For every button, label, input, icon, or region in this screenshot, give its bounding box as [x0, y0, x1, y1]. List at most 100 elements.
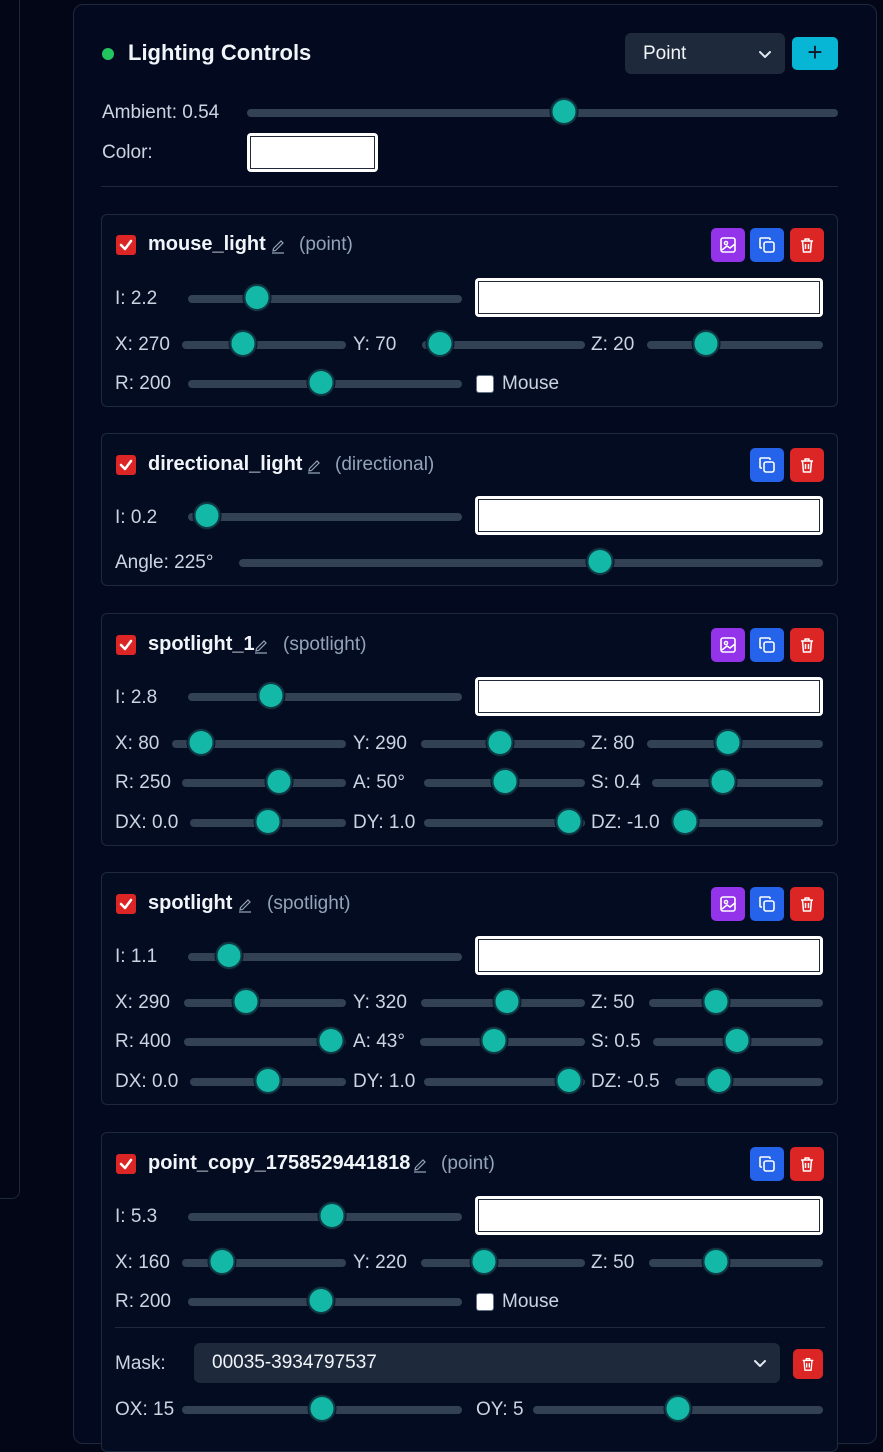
- light-color-picker[interactable]: [475, 496, 823, 535]
- dy-slider[interactable]: [424, 808, 585, 835]
- image-button[interactable]: [711, 887, 745, 921]
- enable-checkbox[interactable]: [116, 235, 136, 255]
- radius-slider[interactable]: [184, 1027, 346, 1054]
- z-slider[interactable]: [647, 330, 823, 357]
- mouse-checkbox[interactable]: [476, 1293, 494, 1311]
- slider-thumb[interactable]: [486, 729, 514, 756]
- x-slider[interactable]: [172, 729, 346, 756]
- slider-thumb[interactable]: [232, 988, 260, 1015]
- angle-slider[interactable]: [424, 768, 585, 795]
- light-color-picker[interactable]: [475, 936, 823, 975]
- slider-thumb[interactable]: [307, 369, 335, 396]
- angle-slider[interactable]: [420, 1027, 585, 1054]
- slider-thumb[interactable]: [229, 330, 257, 357]
- slider-thumb[interactable]: [470, 1248, 498, 1275]
- slider-thumb[interactable]: [254, 808, 282, 835]
- slider-thumb[interactable]: [208, 1248, 236, 1275]
- slider-thumb[interactable]: [709, 768, 737, 795]
- slider-thumb[interactable]: [317, 1027, 345, 1054]
- slider-thumb[interactable]: [493, 988, 521, 1015]
- enable-checkbox[interactable]: [116, 1154, 136, 1174]
- image-button[interactable]: [711, 628, 745, 662]
- z-slider[interactable]: [649, 1248, 823, 1275]
- add-light-button[interactable]: +: [792, 37, 838, 70]
- delete-button[interactable]: [790, 887, 824, 921]
- enable-checkbox[interactable]: [116, 455, 136, 475]
- mouse-checkbox[interactable]: [476, 375, 494, 393]
- x-slider[interactable]: [184, 988, 346, 1015]
- slider-thumb[interactable]: [555, 1067, 583, 1094]
- slider-thumb[interactable]: [555, 808, 583, 835]
- delete-button[interactable]: [790, 228, 824, 262]
- slider-thumb[interactable]: [692, 330, 720, 357]
- slider-thumb[interactable]: [480, 1027, 508, 1054]
- duplicate-button[interactable]: [750, 1147, 784, 1181]
- slider-thumb[interactable]: [193, 502, 221, 529]
- ambient-color-picker[interactable]: [247, 133, 378, 172]
- z-slider[interactable]: [649, 988, 823, 1015]
- slider-thumb[interactable]: [426, 330, 454, 357]
- dx-slider[interactable]: [190, 1067, 346, 1094]
- angle-slider[interactable]: [239, 548, 823, 575]
- light-type-select[interactable]: Point: [625, 33, 785, 74]
- intensity-slider[interactable]: [188, 284, 462, 311]
- z-slider[interactable]: [647, 729, 823, 756]
- slider-thumb[interactable]: [318, 1202, 346, 1229]
- intensity-slider[interactable]: [188, 1202, 462, 1229]
- pencil-icon[interactable]: [270, 238, 286, 254]
- slider-thumb[interactable]: [723, 1027, 751, 1054]
- slider-thumb[interactable]: [664, 1395, 692, 1422]
- delete-button[interactable]: [790, 448, 824, 482]
- y-slider[interactable]: [421, 988, 585, 1015]
- dz-slider[interactable]: [675, 1067, 823, 1094]
- slider-thumb[interactable]: [187, 729, 215, 756]
- radius-slider[interactable]: [188, 1287, 462, 1314]
- intensity-slider[interactable]: [188, 502, 462, 529]
- slider-thumb[interactable]: [702, 1248, 730, 1275]
- mask-select[interactable]: 00035-3934797537: [194, 1343, 780, 1383]
- enable-checkbox[interactable]: [116, 894, 136, 914]
- slider-thumb[interactable]: [265, 768, 293, 795]
- delete-button[interactable]: [790, 1147, 824, 1181]
- delete-button[interactable]: [790, 628, 824, 662]
- pencil-icon[interactable]: [412, 1157, 428, 1173]
- enable-checkbox[interactable]: [116, 635, 136, 655]
- slider-thumb[interactable]: [257, 682, 285, 709]
- slider-thumb[interactable]: [671, 808, 699, 835]
- duplicate-button[interactable]: [750, 448, 784, 482]
- y-slider[interactable]: [421, 729, 585, 756]
- image-button[interactable]: [711, 228, 745, 262]
- light-color-picker[interactable]: [475, 1196, 823, 1235]
- slider-thumb[interactable]: [254, 1067, 282, 1094]
- slider-thumb[interactable]: [491, 768, 519, 795]
- slider-thumb[interactable]: [702, 988, 730, 1015]
- duplicate-button[interactable]: [750, 887, 784, 921]
- x-slider[interactable]: [182, 330, 346, 357]
- dz-slider[interactable]: [671, 808, 823, 835]
- slider-thumb[interactable]: [243, 284, 271, 311]
- pencil-icon[interactable]: [306, 458, 322, 474]
- intensity-slider[interactable]: [188, 682, 462, 709]
- offset-x-slider[interactable]: [182, 1395, 462, 1422]
- light-color-picker[interactable]: [475, 278, 823, 317]
- pencil-icon[interactable]: [237, 897, 253, 913]
- slider-thumb[interactable]: [705, 1067, 733, 1094]
- duplicate-button[interactable]: [750, 628, 784, 662]
- ambient-slider[interactable]: [247, 98, 838, 125]
- ambient-slider-thumb[interactable]: [550, 98, 578, 125]
- light-color-picker[interactable]: [475, 677, 823, 716]
- softness-slider[interactable]: [652, 768, 823, 795]
- y-slider[interactable]: [421, 1248, 585, 1275]
- slider-thumb[interactable]: [308, 1395, 336, 1422]
- radius-slider[interactable]: [182, 768, 346, 795]
- intensity-slider[interactable]: [188, 942, 462, 969]
- pencil-icon[interactable]: [253, 638, 269, 654]
- dx-slider[interactable]: [190, 808, 346, 835]
- slider-thumb[interactable]: [307, 1287, 335, 1314]
- duplicate-button[interactable]: [750, 228, 784, 262]
- radius-slider[interactable]: [188, 369, 462, 396]
- slider-thumb[interactable]: [714, 729, 742, 756]
- remove-mask-button[interactable]: [793, 1349, 823, 1379]
- softness-slider[interactable]: [653, 1027, 823, 1054]
- offset-y-slider[interactable]: [533, 1395, 823, 1422]
